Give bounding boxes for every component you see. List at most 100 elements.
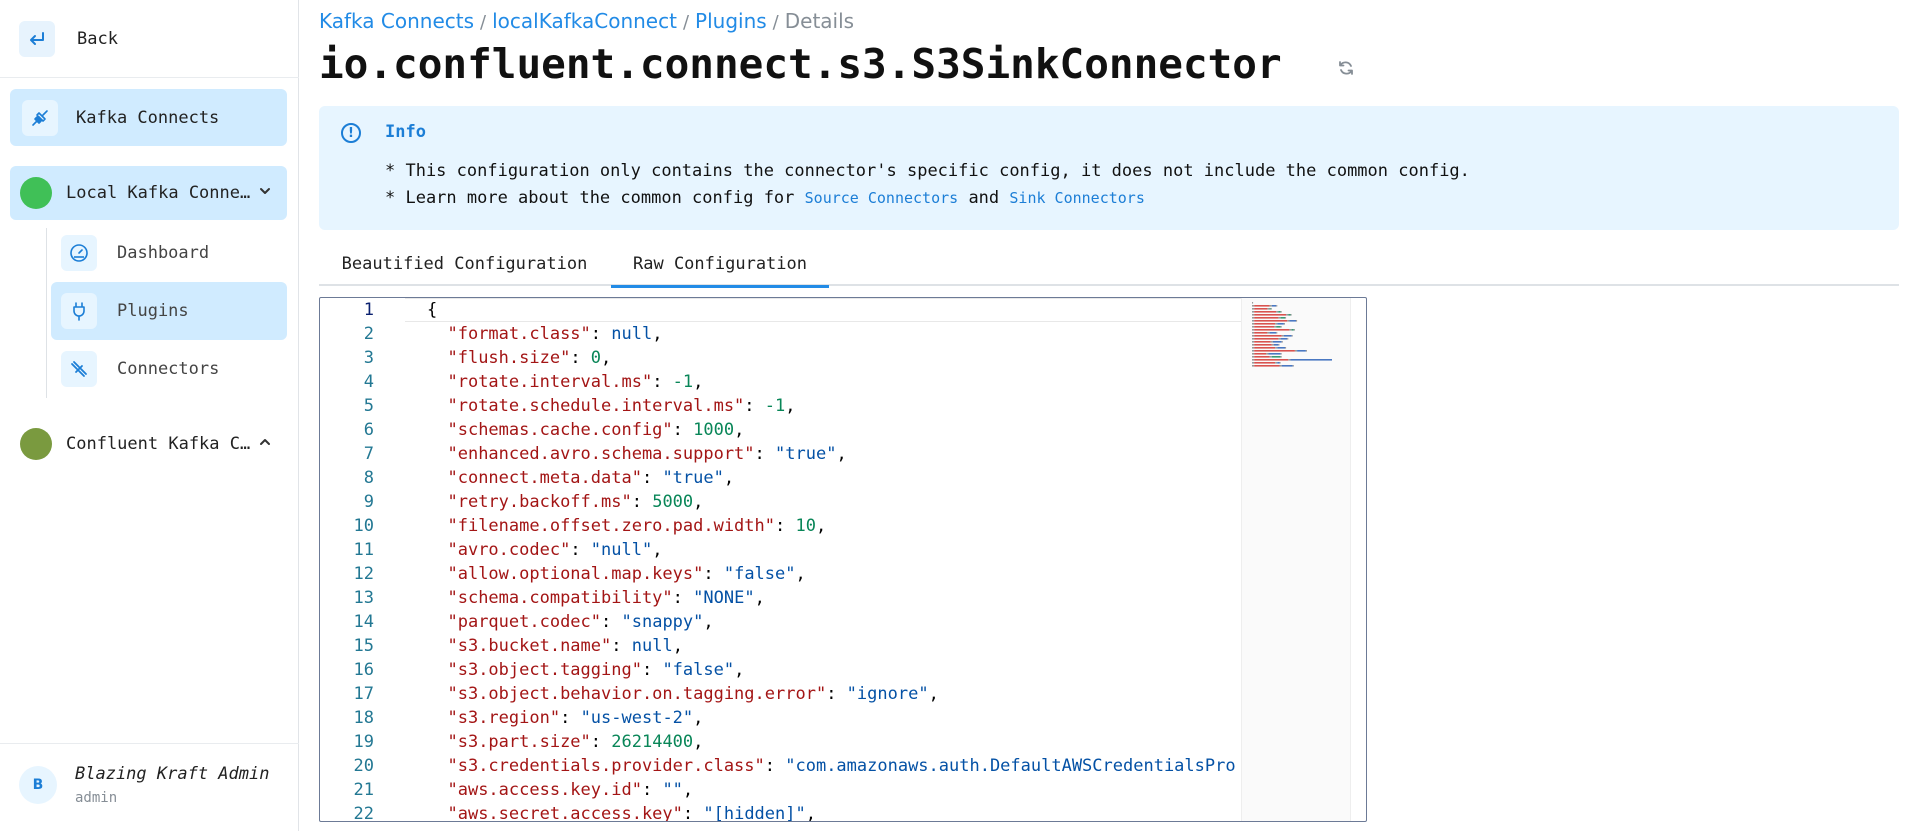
info-line-2-prefix: * Learn more about the common config for xyxy=(385,188,795,208)
sidebar-item-connectors[interactable]: Connectors xyxy=(51,340,287,398)
code-token: : xyxy=(764,756,786,776)
tab-raw-configuration[interactable]: Raw Configuration xyxy=(611,242,829,288)
code-token: "avro.codec" xyxy=(447,540,571,560)
code-line: "parquet.codec": "snappy", xyxy=(427,610,713,634)
code-token: , xyxy=(672,636,683,656)
minimap-mark xyxy=(1269,332,1277,334)
connect-local-label: Local Kafka Conne… xyxy=(66,183,251,203)
code-token: "schemas.cache.config" xyxy=(447,420,673,440)
code-token: , xyxy=(815,516,827,536)
code-token: , xyxy=(723,468,735,488)
minimap-mark xyxy=(1254,326,1274,328)
minimap-mark xyxy=(1275,323,1278,325)
code-token: "filename.offset.zero.pad.width" xyxy=(447,516,775,536)
code-editor[interactable]: 1 2 3 4 5 6 7 8 9 10 11 12 13 14 15 16 17 18 19 20 21 22 { "f… xyxy=(319,297,1367,822)
code-line: "s3.region": "us-west-2", xyxy=(427,706,703,730)
nav-kafka-connects[interactable]: Kafka Connects xyxy=(10,89,287,146)
minimap-mark xyxy=(1252,365,1255,367)
breadcrumb-kafka-connects[interactable]: Kafka Connects xyxy=(319,9,474,33)
code-line: "avro.codec": "null", xyxy=(427,538,662,562)
connect-local-toggle[interactable]: Local Kafka Conne… xyxy=(10,166,287,220)
gauge-icon xyxy=(61,235,97,271)
code-line: "flush.size": 0, xyxy=(427,346,611,370)
minimap-mark xyxy=(1267,332,1270,334)
minimap-mark xyxy=(1252,362,1255,364)
code-token: "s3.region" xyxy=(447,708,561,728)
minimap-mark xyxy=(1252,356,1255,358)
minimap-mark xyxy=(1289,320,1296,322)
sink-connectors-link[interactable]: Sink Connectors xyxy=(1009,189,1144,207)
minimap-mark xyxy=(1254,305,1270,307)
code-token: , xyxy=(754,588,765,608)
minimap-mark xyxy=(1254,317,1279,319)
code-area[interactable]: { "format.class": null, "flush.size": 0,… xyxy=(405,298,1241,821)
code-token: : xyxy=(590,732,612,752)
minimap-mark xyxy=(1288,314,1291,316)
code-line: { xyxy=(427,298,437,322)
code-token: : xyxy=(570,348,591,368)
minimap-mark xyxy=(1274,326,1277,328)
code-token: 26214400 xyxy=(611,732,694,752)
breadcrumb-separator: / xyxy=(682,12,690,33)
minimap-mark xyxy=(1275,362,1278,364)
code-token: "enhanced.avro.schema.support" xyxy=(447,444,755,464)
minimap-mark xyxy=(1252,326,1255,328)
breadcrumb-local-kafka-connect[interactable]: localKafkaConnect xyxy=(492,9,677,33)
tab-beautified-configuration[interactable]: Beautified Configuration xyxy=(319,242,610,286)
minimap-mark xyxy=(1252,314,1255,316)
minimap-mark xyxy=(1278,317,1281,319)
user-name: Blazing Kraft Admin xyxy=(75,764,270,784)
code-token: "s3.bucket.name" xyxy=(447,636,612,656)
minimap-mark xyxy=(1252,332,1255,334)
minimap-mark xyxy=(1291,335,1293,337)
sidebar-item-plugins[interactable]: Plugins xyxy=(51,282,287,340)
code-token: "parquet.codec" xyxy=(447,612,602,632)
minimap-mark xyxy=(1277,347,1285,349)
nav-kafka-connects-label: Kafka Connects xyxy=(76,107,220,128)
code-token: , xyxy=(693,492,704,512)
user-names: Blazing Kraft Admin admin xyxy=(75,764,269,806)
code-token: "[hidden]" xyxy=(703,804,806,821)
code-token: : xyxy=(590,324,612,344)
connect-confluent-label: Confluent Kafka C… xyxy=(66,434,251,454)
code-line: "s3.object.behavior.on.tagging.error": "… xyxy=(427,682,938,706)
source-connectors-link[interactable]: Source Connectors xyxy=(805,189,959,207)
code-token: "connect.meta.data" xyxy=(447,468,642,488)
code-token: "retry.backoff.ms" xyxy=(447,492,632,512)
line-number: 22 xyxy=(353,804,374,822)
minimap-mark xyxy=(1279,362,1281,364)
minimap-mark xyxy=(1254,311,1277,313)
line-number: 16 xyxy=(353,660,374,680)
connect-confluent-toggle[interactable]: Confluent Kafka C… xyxy=(10,417,287,471)
minimap-mark xyxy=(1272,341,1282,343)
breadcrumb-plugins[interactable]: Plugins xyxy=(695,9,767,33)
minimap-mark xyxy=(1290,359,1332,361)
code-token: 5000 xyxy=(652,492,694,512)
code-line: "s3.bucket.name": null, xyxy=(427,634,683,658)
code-token: : xyxy=(775,516,796,536)
editor-minimap[interactable] xyxy=(1241,298,1351,821)
minimap-mark xyxy=(1254,323,1276,325)
code-token: : xyxy=(682,804,704,821)
editor-scrollbar[interactable] xyxy=(1350,298,1366,821)
minimap-mark xyxy=(1287,320,1290,322)
user-profile[interactable]: B Blazing Kraft Admin admin xyxy=(19,764,269,806)
sidebar-item-dashboard[interactable]: Dashboard xyxy=(51,224,287,282)
code-token: "rotate.schedule.interval.ms" xyxy=(447,396,745,416)
code-token: , xyxy=(652,540,663,560)
minimap-mark xyxy=(1297,350,1306,352)
refresh-icon[interactable] xyxy=(1336,58,1356,83)
minimap-mark xyxy=(1254,344,1272,346)
code-token: "s3.part.size" xyxy=(447,732,591,752)
back-button[interactable]: Back xyxy=(19,20,118,58)
code-token: "false" xyxy=(662,660,735,680)
code-token: { xyxy=(427,300,438,320)
code-token: "null" xyxy=(590,540,653,560)
code-token: , xyxy=(693,732,704,752)
code-token: , xyxy=(805,804,816,821)
line-number: 11 xyxy=(353,540,374,560)
code-line: "rotate.interval.ms": -1, xyxy=(427,370,703,394)
minimap-mark xyxy=(1271,344,1274,346)
